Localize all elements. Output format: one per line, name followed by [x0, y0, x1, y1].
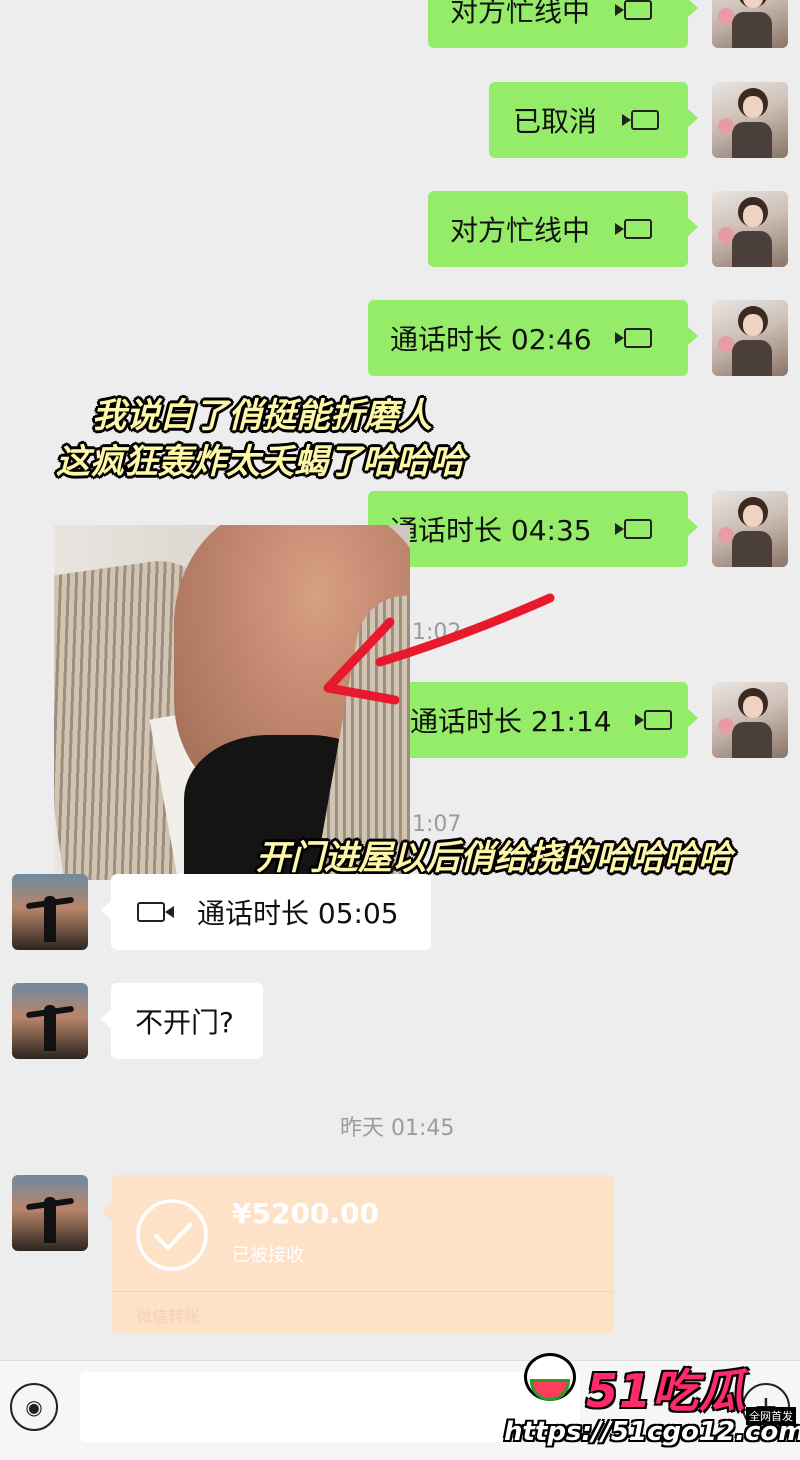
avatar-self[interactable]	[712, 300, 788, 376]
video-camera-icon	[614, 328, 652, 348]
received-call-bubble[interactable]: 通话时长 05:05	[101, 874, 431, 950]
avatar-contact[interactable]	[12, 983, 88, 1059]
watermark-url: https://51cgo12.com	[504, 1417, 800, 1447]
sent-call-bubble-busy-1[interactable]: 对方忙线中	[428, 0, 698, 48]
overlay-caption: 开门进屋以后俏给挠的哈哈哈哈	[256, 838, 732, 878]
video-camera-icon	[614, 519, 652, 539]
message-text: 通话时长 05:05	[197, 897, 399, 930]
site-watermark: 51吃瓜 全网首发 https://51cgo12.com	[500, 1345, 800, 1459]
message-text: 通话时长 02:46	[390, 323, 592, 356]
transfer-card[interactable]: ¥5200.00 已被接收 微信转账	[102, 1175, 614, 1333]
transfer-amount: ¥5200.00	[232, 1197, 380, 1230]
avatar-self[interactable]	[712, 82, 788, 158]
transfer-footer: 微信转账	[136, 1307, 201, 1326]
timestamp: 昨天 01:45	[340, 1116, 455, 1141]
overlay-caption: 这疯狂轰炸太夭蝎了哈哈哈	[56, 442, 464, 482]
sent-call-bubble-busy-2[interactable]: 对方忙线中	[428, 191, 698, 267]
avatar-self[interactable]	[712, 0, 788, 48]
watermark-brand: 51吃瓜	[586, 1364, 747, 1418]
sent-call-bubble-duration-2[interactable]: 通话时长 04:35	[368, 491, 698, 567]
message-text: 通话时长 04:35	[390, 514, 592, 547]
message-text: 对方忙线中	[450, 214, 591, 247]
check-circle-icon	[136, 1199, 208, 1271]
voice-icon[interactable]: ◉	[10, 1383, 58, 1431]
sent-call-bubble-cancelled[interactable]: 已取消	[489, 82, 698, 158]
video-camera-icon	[615, 219, 653, 239]
message-text: 对方忙线中	[450, 0, 591, 28]
transfer-status: 已被接收	[232, 1245, 304, 1266]
watermelon-mascot-icon	[520, 1345, 580, 1415]
video-camera-icon	[615, 0, 653, 20]
red-arrow-annotation	[323, 593, 555, 705]
video-camera-icon	[622, 110, 660, 130]
received-text-bubble[interactable]: 不开门?	[101, 983, 263, 1059]
avatar-contact[interactable]	[12, 1175, 88, 1251]
overlay-caption: 我说白了俏挺能折磨人	[92, 396, 432, 436]
sent-call-bubble-duration-1[interactable]: 通话时长 02:46	[368, 300, 698, 376]
message-text: 不开门?	[135, 1006, 234, 1039]
avatar-self[interactable]	[712, 191, 788, 267]
avatar-contact[interactable]	[12, 874, 88, 950]
avatar-self[interactable]	[712, 491, 788, 567]
video-camera-icon	[634, 710, 672, 730]
message-text: 已取消	[513, 105, 598, 138]
avatar-self[interactable]	[712, 682, 788, 758]
video-camera-icon	[137, 902, 174, 922]
